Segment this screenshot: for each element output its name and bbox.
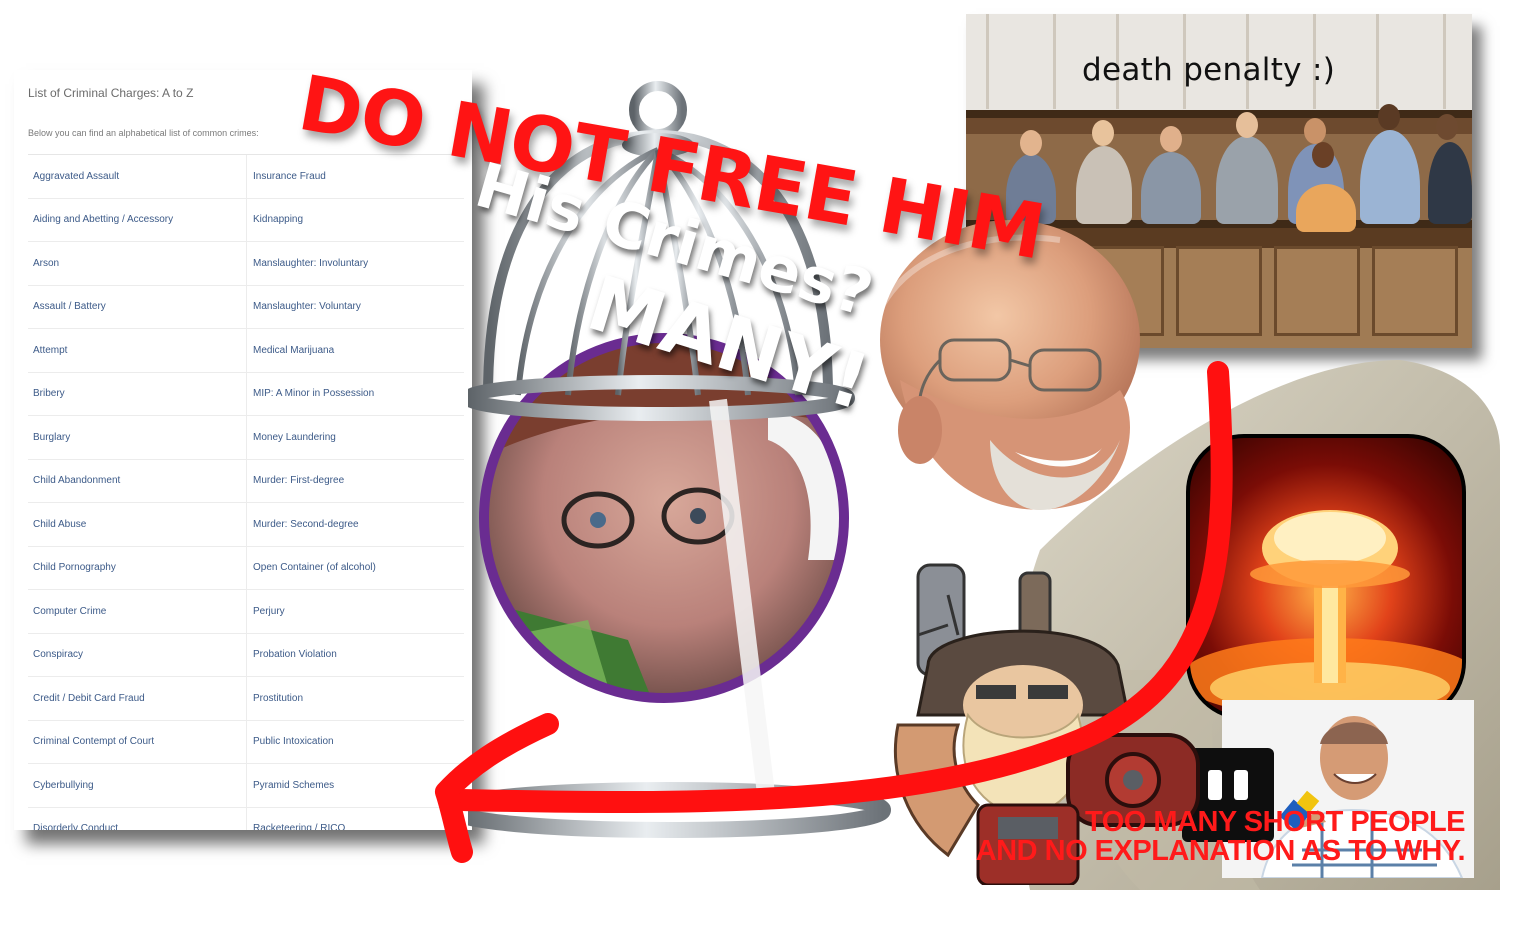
crime-link[interactable]: Attempt xyxy=(28,329,246,372)
table-row: Attempt Medical Marijuana xyxy=(28,329,464,373)
bottom-caption-line1: TOO MANY SHORT PEOPLE xyxy=(1085,806,1465,838)
crime-link[interactable]: Murder: Second-degree xyxy=(246,503,464,546)
table-row: Assault / Battery Manslaughter: Voluntary xyxy=(28,285,464,329)
crime-link[interactable]: Racketeering / RICO xyxy=(246,807,464,830)
crime-link[interactable]: Medical Marijuana xyxy=(246,329,464,372)
crime-link[interactable]: Public Intoxication xyxy=(246,720,464,763)
crime-link[interactable]: Credit / Debit Card Fraud xyxy=(28,677,246,720)
juror-head xyxy=(1020,130,1042,156)
juror-head xyxy=(1160,126,1182,152)
table-row: Child Abandonment Murder: First-degree xyxy=(28,459,464,503)
mushroom-cloud xyxy=(1190,510,1462,716)
table-row: Child Pornography Open Container (of alco… xyxy=(28,546,464,590)
crime-link[interactable]: MIP: A Minor in Possession xyxy=(246,372,464,415)
crime-link[interactable]: Burglary xyxy=(28,416,246,459)
jury-caption: death penalty :) xyxy=(1082,52,1336,88)
juror-head xyxy=(1236,112,1258,138)
crime-link[interactable]: Pyramid Schemes xyxy=(246,764,464,807)
table-row: Aiding and Abetting / Accessory Kidnappin… xyxy=(28,198,464,242)
crime-link[interactable]: Criminal Contempt of Court xyxy=(28,721,246,764)
crime-link[interactable]: Child Abuse xyxy=(28,503,246,546)
table-row: Cyberbullying Pyramid Schemes xyxy=(28,764,464,808)
crime-link[interactable]: Prostitution xyxy=(246,677,464,720)
table-row: Disorderly Conduct Racketeering / RICO xyxy=(28,807,464,830)
table-row: Child Abuse Murder: Second-degree xyxy=(28,503,464,547)
table-row: Burglary Money Laundering xyxy=(28,416,464,460)
table-row: Computer Crime Perjury xyxy=(28,590,464,634)
wall-arch xyxy=(1376,14,1446,109)
wall-arch xyxy=(986,14,1056,109)
crimes-table: Aggravated Assault Insurance Fraud Aiding … xyxy=(28,154,464,830)
juror-head xyxy=(1436,114,1458,140)
crime-link[interactable]: Manslaughter: Voluntary xyxy=(246,285,464,328)
crime-link[interactable]: Conspiracy xyxy=(28,634,246,677)
crime-link[interactable]: Arson xyxy=(28,242,246,285)
crime-link[interactable]: Aiding and Abetting / Accessory xyxy=(28,199,246,242)
table-row: Conspiracy Probation Violation xyxy=(28,633,464,677)
table-row: Bribery MIP: A Minor in Possession xyxy=(28,372,464,416)
crime-link[interactable]: Cyberbullying xyxy=(28,764,246,807)
nuke-speech-bubble xyxy=(1186,434,1466,720)
bottom-caption-line2: AND NO EXPLANATION AS TO WHY. xyxy=(975,835,1466,867)
crime-link[interactable]: Computer Crime xyxy=(28,590,246,633)
crime-link[interactable]: Assault / Battery xyxy=(28,286,246,329)
crimes-list-panel: List of Criminal Charges: A to Z Below y… xyxy=(14,70,472,830)
crime-link[interactable]: Perjury xyxy=(246,590,464,633)
crime-link[interactable]: Murder: First-degree xyxy=(246,459,464,502)
crime-link[interactable]: Bribery xyxy=(28,373,246,416)
bottom-caption: TOO MANY SHORT PEOPLE AND NO EXPLANATION… xyxy=(975,806,1466,867)
crime-link[interactable]: Child Pornography xyxy=(28,547,246,590)
juror-head xyxy=(1092,120,1114,146)
crime-link[interactable]: Kidnapping xyxy=(246,198,464,241)
crime-link[interactable]: Disorderly Conduct xyxy=(28,808,246,830)
table-row: Arson Manslaughter: Involuntary xyxy=(28,242,464,286)
crime-link[interactable]: Manslaughter: Involuntary xyxy=(246,242,464,285)
panel-subtitle: Below you can find an alphabetical list … xyxy=(28,128,259,138)
crime-link[interactable]: Open Container (of alcohol) xyxy=(246,546,464,589)
panel-title: List of Criminal Charges: A to Z xyxy=(28,86,194,100)
crime-link[interactable]: Aggravated Assault xyxy=(28,155,246,198)
crime-link[interactable]: Money Laundering xyxy=(246,416,464,459)
table-row: Criminal Contempt of Court Public Intoxic… xyxy=(28,720,464,764)
table-row: Credit / Debit Card Fraud Prostitution xyxy=(28,677,464,721)
crime-link[interactable]: Child Abandonment xyxy=(28,460,246,503)
juror-head xyxy=(1312,142,1334,168)
crime-link[interactable]: Probation Violation xyxy=(246,633,464,676)
juror-head xyxy=(1304,118,1326,144)
juror-head xyxy=(1378,104,1400,130)
